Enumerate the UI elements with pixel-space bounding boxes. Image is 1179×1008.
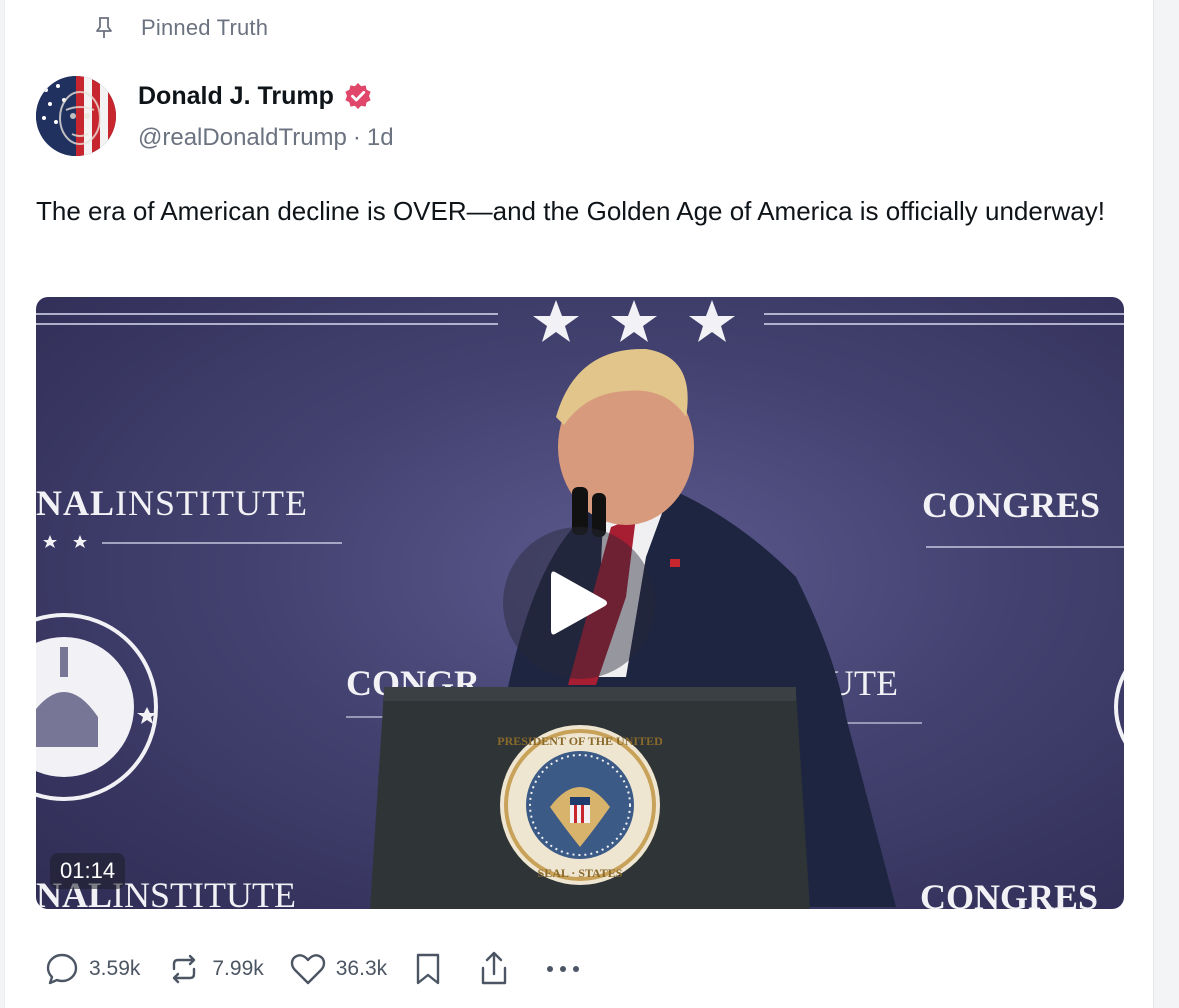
share-icon <box>481 951 507 985</box>
play-icon <box>551 571 607 635</box>
retruth-button[interactable]: 7.99k <box>166 951 264 987</box>
backdrop-text-2: CONGRES <box>922 485 1100 525</box>
pinned-label: Pinned Truth <box>141 15 269 40</box>
share-button[interactable] <box>477 950 511 988</box>
like-button[interactable]: 36.3k <box>290 952 387 986</box>
seal-bottom-text: SEAL · STATES <box>538 866 623 880</box>
avatar[interactable] <box>36 76 116 156</box>
meta-separator: · <box>352 124 361 151</box>
pin-icon <box>93 15 115 41</box>
seal-top-text: PRESIDENT OF THE UNITED <box>497 734 663 748</box>
reply-button[interactable]: 3.59k <box>45 952 140 986</box>
reply-icon <box>46 953 78 985</box>
reply-count: 3.59k <box>89 957 141 980</box>
retruth-icon <box>173 954 196 984</box>
post-timestamp[interactable]: 1d <box>367 124 394 152</box>
video-player[interactable]: NALINSTITUTE CONGRES CONGR TUTE NALINSTI… <box>36 297 1124 909</box>
play-button[interactable] <box>503 527 655 679</box>
backdrop-text-6: CONGRES <box>920 877 1098 909</box>
author-meta: @realDonaldTrump · 1d <box>138 124 394 152</box>
more-options-button[interactable] <box>545 964 581 974</box>
video-duration: 01:14 <box>50 853 126 889</box>
author-name[interactable]: Donald J. Trump <box>138 82 334 111</box>
post-text: The era of American decline is OVER—and … <box>36 196 1105 226</box>
post-card: Pinned Truth Donald J. Trump @realDonald… <box>4 0 1154 1008</box>
author-name-row: Donald J. Trump <box>138 78 372 114</box>
bookmark-button[interactable] <box>413 951 443 987</box>
verified-badge-icon <box>344 82 372 110</box>
backdrop-text-1: NALINSTITUTE <box>36 483 308 523</box>
action-bar: 3.59k 7.99k 36.3k <box>45 947 615 991</box>
heart-icon <box>290 954 325 985</box>
bookmark-icon <box>416 953 440 985</box>
author-handle[interactable]: @realDonaldTrump <box>138 124 347 152</box>
like-count: 36.3k <box>335 957 388 980</box>
pinned-indicator: Pinned Truth <box>93 12 268 44</box>
more-icon <box>547 966 580 972</box>
retruth-count: 7.99k <box>212 957 264 980</box>
